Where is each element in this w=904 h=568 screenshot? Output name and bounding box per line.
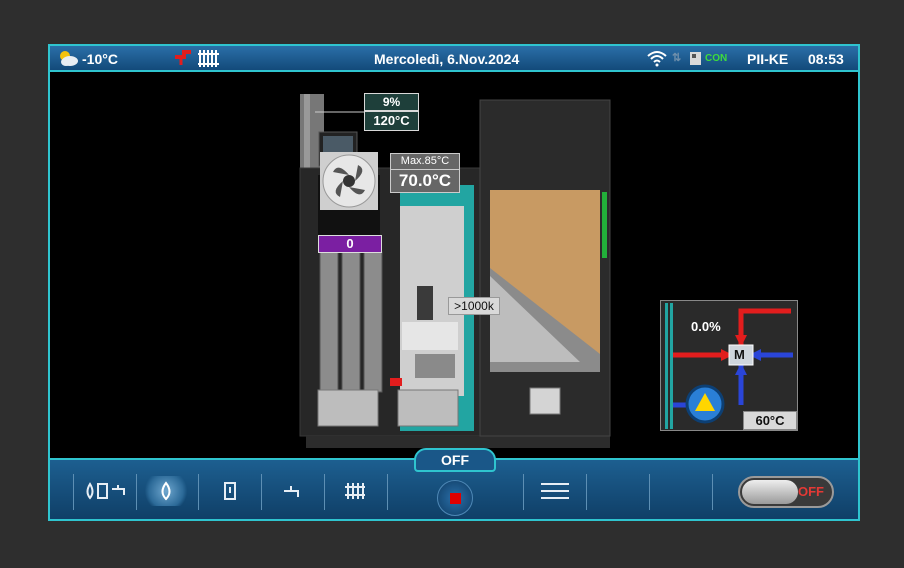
stop-button[interactable]	[437, 480, 473, 516]
nav-separator	[387, 474, 388, 510]
nav-separator	[136, 474, 137, 510]
navigation-bar: OFF OFF	[50, 448, 858, 519]
boiler-status-tab: OFF	[414, 448, 496, 472]
device-connection-icon	[688, 49, 704, 70]
wifi-icon	[646, 49, 668, 70]
nav-separator	[73, 474, 74, 510]
boiler-unit-icon[interactable]	[210, 476, 250, 506]
outdoor-temperature: -10°C	[82, 51, 118, 67]
nav-separator	[198, 474, 199, 510]
touch-screen: -10°C Mercoledì, 6.Nov.2024 ⇅ CON PII-KE…	[48, 44, 860, 521]
date-label: Mercoledì, 6.Nov.2024	[374, 51, 520, 67]
radiator-icon[interactable]	[335, 476, 375, 506]
connection-label: CON	[705, 53, 728, 64]
signal-arrows-icon: ⇅	[672, 52, 682, 64]
nav-separator	[586, 474, 587, 510]
menu-icon[interactable]	[535, 476, 575, 506]
supply-temperature: 60°C	[743, 411, 797, 430]
burner-tap-icon[interactable]	[82, 476, 130, 506]
nav-separator	[324, 474, 325, 510]
photo-sensor-reading: >1000k	[448, 297, 500, 315]
nav-separator	[649, 474, 650, 510]
flue-gas-percent: 9%	[364, 93, 419, 111]
stop-icon	[450, 493, 461, 504]
power-toggle-switch[interactable]: OFF	[738, 476, 834, 508]
boiler-overview: 9% 120°C Max.85°C 70.0°C 0 >1000k 0.0% M…	[50, 72, 858, 458]
nav-separator	[523, 474, 524, 510]
toggle-knob	[742, 480, 798, 504]
mixer-circuit-panel[interactable]: 0.0% M 60°C	[660, 300, 798, 431]
flame-icon[interactable]	[142, 476, 190, 506]
max-boiler-temp: Max.85°C	[390, 153, 460, 170]
fan-icon[interactable]	[320, 152, 378, 210]
model-label: PII-KE	[747, 51, 789, 67]
valve-opening: 0.0%	[691, 319, 721, 334]
status-bar: -10°C Mercoledì, 6.Nov.2024 ⇅ CON PII-KE…	[50, 46, 858, 72]
toggle-off-label: OFF	[798, 484, 824, 499]
tap-icon[interactable]	[272, 476, 312, 506]
tap-radiator-icon[interactable]	[172, 48, 224, 71]
boiler-temperature: 70.0°C	[390, 169, 460, 193]
clock: 08:53	[808, 51, 844, 67]
nav-separator	[712, 474, 713, 510]
fan-speed-bar: 0	[318, 235, 382, 253]
nav-separator	[261, 474, 262, 510]
cloud-sun-icon	[57, 49, 79, 70]
mixer-motor-label: M	[734, 347, 745, 362]
flue-gas-temperature: 120°C	[364, 111, 419, 131]
